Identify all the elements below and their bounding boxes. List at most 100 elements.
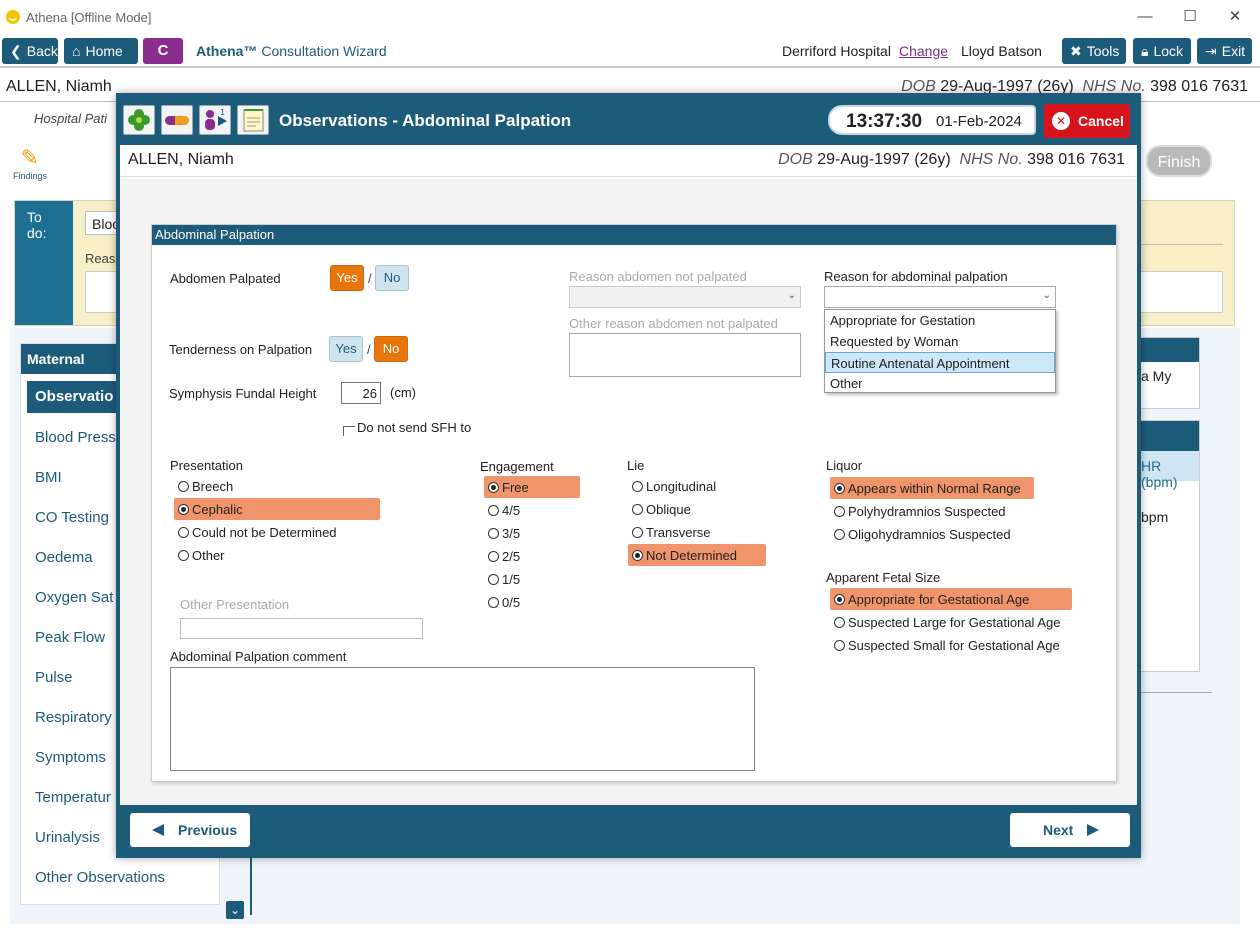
sfh-label: Symphysis Fundal Height (169, 386, 317, 401)
presentation-not-determined[interactable]: Could not be Determined (174, 521, 380, 543)
notepad-icon[interactable] (237, 105, 269, 135)
presentation-cephalic[interactable]: Cephalic (174, 498, 380, 520)
sidebar-item-oedema[interactable]: Oedema (35, 549, 93, 566)
radio-label: 3/5 (502, 525, 521, 541)
sidebar-item-co-testing[interactable]: CO Testing (35, 509, 109, 526)
c-button[interactable]: C (143, 38, 183, 64)
sidebar-item-peak-flow[interactable]: Peak Flow (35, 629, 105, 646)
engagement-1-5[interactable]: 1/5 (484, 568, 580, 590)
radio-label: Oblique (646, 501, 691, 517)
radio-icon (178, 526, 189, 538)
lock-label: Lock (1153, 43, 1184, 59)
do-not-send-sfh-label: Do not send SFH to (357, 420, 472, 435)
tenderness-no[interactable]: No (374, 336, 408, 362)
exit-button[interactable]: ⇥ Exit (1197, 38, 1252, 64)
sidebar-item-other-observations[interactable]: Other Observations (35, 869, 165, 886)
sidebar-item-respiratory[interactable]: Respiratory (35, 709, 112, 726)
clover-icon[interactable] (123, 105, 155, 135)
engagement-2-5[interactable]: 2/5 (484, 545, 580, 567)
bg-right-card-1: a My (1136, 337, 1200, 409)
findings-label: Findings (12, 171, 48, 181)
sidebar-item-oxygen-sat[interactable]: Oxygen Sat (35, 589, 113, 606)
sidebar-item-pulse[interactable]: Pulse (35, 669, 73, 686)
next-button[interactable]: Next (1010, 813, 1130, 847)
bg-nhs: 398 016 7631 (1150, 78, 1248, 95)
other-presentation-input[interactable] (180, 618, 423, 639)
exit-label: Exit (1221, 43, 1246, 59)
svg-text:1: 1 (220, 108, 225, 117)
radio-icon (488, 527, 499, 539)
lie-transverse[interactable]: Transverse (628, 521, 766, 543)
exit-icon: ⇥ (1205, 42, 1217, 59)
findings-button[interactable]: ✎ Findings (12, 145, 48, 181)
reason-palpation-dropdown[interactable]: ⌄ (824, 286, 1056, 308)
sidebar-item-temperature[interactable]: Temperatur (35, 789, 111, 806)
patient-dob: 29-Aug-1997 (26y) (817, 151, 951, 168)
sfh-input[interactable]: 26 (341, 382, 381, 404)
dialog-body: Abdominal Palpation Abdomen Palpated Yes… (120, 179, 1137, 809)
presentation-label: Presentation (170, 458, 243, 473)
presentation-breech[interactable]: Breech (174, 475, 380, 497)
tenderness-yes[interactable]: Yes (329, 336, 363, 362)
sidebar-item-blood-pressure[interactable]: Blood Press (35, 429, 116, 446)
wrench-icon: ✖ (1070, 42, 1082, 59)
back-button[interactable]: ❮ Back (2, 38, 58, 64)
home-button[interactable]: ⌂ Home (64, 38, 138, 64)
liquor-polyhydramnios[interactable]: Polyhydramnios Suspected (830, 500, 1034, 522)
back-label: Back (26, 43, 58, 59)
maximize-button[interactable]: ☐ (1175, 6, 1205, 28)
sfh-unit: (cm) (390, 385, 416, 400)
sidebar-item-symptoms[interactable]: Symptoms (35, 749, 106, 766)
close-icon: ✕ (1052, 112, 1070, 130)
reason-option-routine[interactable]: Routine Antenatal Appointment (825, 352, 1055, 373)
abdomen-palpated-yes[interactable]: Yes (330, 265, 364, 291)
abdomen-palpated-no[interactable]: No (375, 265, 409, 291)
radio-label: Other (192, 547, 225, 563)
reason-option-other[interactable]: Other (825, 373, 1055, 394)
tools-button[interactable]: ✖ Tools (1062, 38, 1126, 64)
finish-button[interactable]: Finish (1146, 145, 1212, 177)
other-reason-not-palpated-input[interactable] (569, 333, 801, 377)
liquor-normal[interactable]: Appears within Normal Range (830, 477, 1034, 499)
previous-label: Previous (178, 822, 238, 838)
cancel-button[interactable]: ✕ Cancel (1044, 104, 1130, 138)
sidebar-item-bmi[interactable]: BMI (35, 469, 62, 486)
reason-not-palpated-dropdown[interactable]: ⌄ (569, 286, 801, 308)
bg-right-card-1-header (1137, 338, 1199, 362)
reason-option-appropriate[interactable]: Appropriate for Gestation (825, 310, 1055, 331)
fetal-size-appropriate[interactable]: Appropriate for Gestational Age (830, 588, 1072, 610)
radio-label: Could not be Determined (192, 524, 337, 540)
radio-label: Suspected Small for Gestational Age (848, 637, 1060, 653)
arrow-right-icon (1087, 824, 1100, 836)
lock-button[interactable]: 🔒︎ Lock (1133, 38, 1191, 64)
lie-oblique[interactable]: Oblique (628, 498, 766, 520)
people-icon[interactable]: 1 (199, 105, 231, 135)
radio-label: Cephalic (192, 501, 243, 517)
comment-textarea[interactable] (170, 667, 755, 771)
scroll-down-icon[interactable]: ⌄ (226, 901, 244, 919)
do-not-send-sfh-checkbox[interactable] (343, 426, 355, 436)
radio-icon (178, 549, 189, 561)
previous-button[interactable]: Previous (130, 813, 250, 847)
close-window-button[interactable]: ✕ (1220, 6, 1250, 28)
sidebar-item-urinalysis[interactable]: Urinalysis (35, 829, 100, 846)
reason-option-requested[interactable]: Requested by Woman (825, 331, 1055, 352)
radio-label: 2/5 (502, 548, 521, 564)
engagement-free[interactable]: Free (484, 476, 580, 498)
lie-longitudinal[interactable]: Longitudinal (628, 475, 766, 497)
presentation-other[interactable]: Other (174, 544, 380, 566)
fetal-size-large[interactable]: Suspected Large for Gestational Age (830, 611, 1072, 633)
pencil-icon: ✎ (20, 145, 40, 170)
liquor-oligohydramnios[interactable]: Oligohydramnios Suspected (830, 523, 1034, 545)
engagement-0-5[interactable]: 0/5 (484, 591, 580, 613)
engagement-4-5[interactable]: 4/5 (484, 499, 580, 521)
capsule-icon[interactable] (161, 105, 193, 135)
radio-icon (834, 505, 845, 517)
minimize-button[interactable]: — (1130, 6, 1160, 28)
change-hospital-link[interactable]: Change (899, 43, 948, 59)
fetal-size-small[interactable]: Suspected Small for Gestational Age (830, 634, 1072, 656)
tenderness-label: Tenderness on Palpation (169, 342, 313, 357)
other-reason-not-palpated-label: Other reason abdomen not palpated (569, 316, 778, 331)
engagement-3-5[interactable]: 3/5 (484, 522, 580, 544)
lie-not-determined[interactable]: Not Determined (628, 544, 766, 566)
